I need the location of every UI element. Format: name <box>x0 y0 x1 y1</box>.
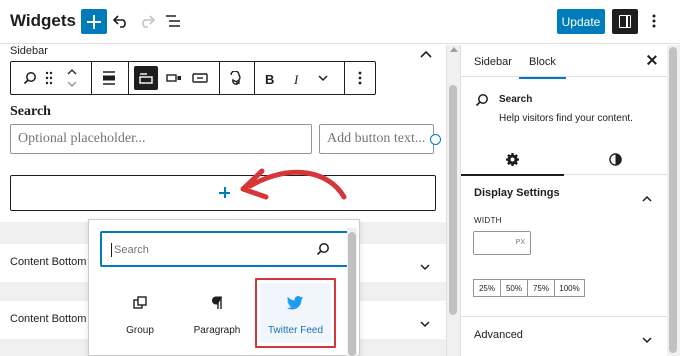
scrollbar-thumb[interactable] <box>449 85 457 315</box>
search-input[interactable]: Optional placeholder... <box>10 124 312 154</box>
drag-handle-icon[interactable] <box>43 66 55 90</box>
block-card: Search Help visitors find your content. <box>461 78 668 129</box>
advanced-panel-toggle[interactable]: Advanced <box>461 317 668 353</box>
resize-handle[interactable] <box>430 134 441 145</box>
button-position-icon[interactable] <box>162 66 186 90</box>
twitter-icon <box>286 294 304 312</box>
label-position-icon[interactable] <box>134 66 158 90</box>
chevron-down-icon[interactable] <box>313 66 333 90</box>
toolbar-divider <box>128 62 129 94</box>
tab-sidebar[interactable]: Sidebar <box>474 56 512 68</box>
sidebar-panel-icon <box>619 15 631 28</box>
block-item-label: Group <box>126 325 154 336</box>
block-inserter-popover: Search Group Paragraph Twitter Feed <box>88 219 360 356</box>
search-block-icon[interactable] <box>18 66 42 90</box>
button-only-icon[interactable] <box>188 66 212 90</box>
paragraph-icon <box>208 294 226 312</box>
plus-icon <box>219 187 230 198</box>
close-icon[interactable] <box>647 55 657 65</box>
width-presets: 25% 50% 75% 100% <box>473 279 585 297</box>
settings-tabs: Sidebar Block <box>461 45 668 79</box>
search-button-text-field[interactable]: Add button text... <box>319 124 434 154</box>
block-item-paragraph[interactable]: Paragraph <box>177 278 257 348</box>
redo-icon[interactable] <box>138 12 156 30</box>
toolbar-divider <box>91 62 92 94</box>
panel-title: Display Settings <box>474 187 560 199</box>
widget-area-title: Content Bottom 2 <box>10 313 96 325</box>
transform-icon[interactable] <box>223 66 247 90</box>
preset-50-button[interactable]: 50% <box>501 280 528 296</box>
settings-sidebar: Sidebar Block Search Help visitors find … <box>460 45 668 356</box>
align-icon[interactable] <box>97 66 121 90</box>
toolbar-divider <box>219 62 220 94</box>
bold-icon[interactable]: B <box>260 66 280 90</box>
toolbar-divider <box>254 62 255 94</box>
tab-styles[interactable] <box>565 143 668 175</box>
toolbar-divider <box>344 62 345 94</box>
block-options-icon[interactable] <box>350 66 370 90</box>
block-appender-button[interactable] <box>10 175 436 211</box>
widget-area-sidebar: Sidebar B I Search Optional placeholder.… <box>0 45 446 222</box>
unit-label[interactable]: PX <box>516 239 525 246</box>
text-cursor <box>111 243 112 257</box>
page-title: Widgets <box>10 11 76 30</box>
preset-25-button[interactable]: 25% <box>474 280 501 296</box>
width-input[interactable]: PX <box>473 231 531 255</box>
chevron-up-icon[interactable] <box>420 45 434 58</box>
settings-toggle-button[interactable] <box>612 9 638 34</box>
group-icon <box>131 294 149 312</box>
scroll-up-icon[interactable] <box>450 47 458 52</box>
inspector-tabs <box>461 143 668 176</box>
svg-text:B: B <box>265 72 274 85</box>
more-options-icon[interactable] <box>646 12 662 30</box>
widget-area-title[interactable]: Sidebar <box>10 45 48 57</box>
search-icon <box>316 242 332 258</box>
inserter-scrollbar[interactable] <box>347 228 357 356</box>
top-bar: Widgets Update <box>0 0 680 44</box>
list-view-icon[interactable] <box>164 12 182 30</box>
chevron-down-icon <box>642 331 654 344</box>
search-block-label[interactable]: Search <box>10 104 51 120</box>
widget-area-title: Content Bottom 1 <box>10 256 96 268</box>
inserter-search-placeholder: Search <box>114 244 149 256</box>
svg-text:I: I <box>293 72 299 85</box>
block-item-label: Paragraph <box>193 325 241 336</box>
scrollbar-thumb[interactable] <box>348 232 356 356</box>
tab-settings[interactable] <box>461 143 564 176</box>
chevron-down-icon[interactable] <box>420 315 432 328</box>
chevron-down-icon[interactable] <box>420 258 432 271</box>
add-block-button[interactable] <box>81 9 107 34</box>
tab-block[interactable]: Block <box>519 56 566 79</box>
block-card-description: Help visitors find your content. <box>499 113 633 124</box>
italic-icon[interactable]: I <box>287 66 307 90</box>
preset-75-button[interactable]: 75% <box>528 280 555 296</box>
search-icon <box>475 93 489 107</box>
contrast-icon <box>609 153 622 166</box>
scrollbar-thumb[interactable] <box>669 47 677 353</box>
block-item-group[interactable]: Group <box>100 278 180 348</box>
block-item-twitter-feed[interactable]: Twitter Feed <box>255 278 336 348</box>
inserter-search-input[interactable]: Search <box>100 231 350 267</box>
undo-icon[interactable] <box>112 12 130 30</box>
gear-icon <box>506 153 519 166</box>
panel-title: Advanced <box>474 329 523 341</box>
width-label: WIDTH <box>474 216 502 225</box>
display-settings-panel-toggle[interactable]: Display Settings <box>461 175 668 211</box>
block-card-title: Search <box>499 94 533 105</box>
block-item-label: Twitter Feed <box>267 325 324 336</box>
update-button[interactable]: Update <box>557 9 605 34</box>
settings-scrollbar[interactable] <box>667 45 680 356</box>
block-toolbar: B I <box>10 61 376 95</box>
preset-100-button[interactable]: 100% <box>555 280 584 296</box>
canvas-scrollbar[interactable] <box>446 45 460 356</box>
move-up-down-icon[interactable] <box>65 65 79 91</box>
chevron-up-icon <box>642 189 654 202</box>
